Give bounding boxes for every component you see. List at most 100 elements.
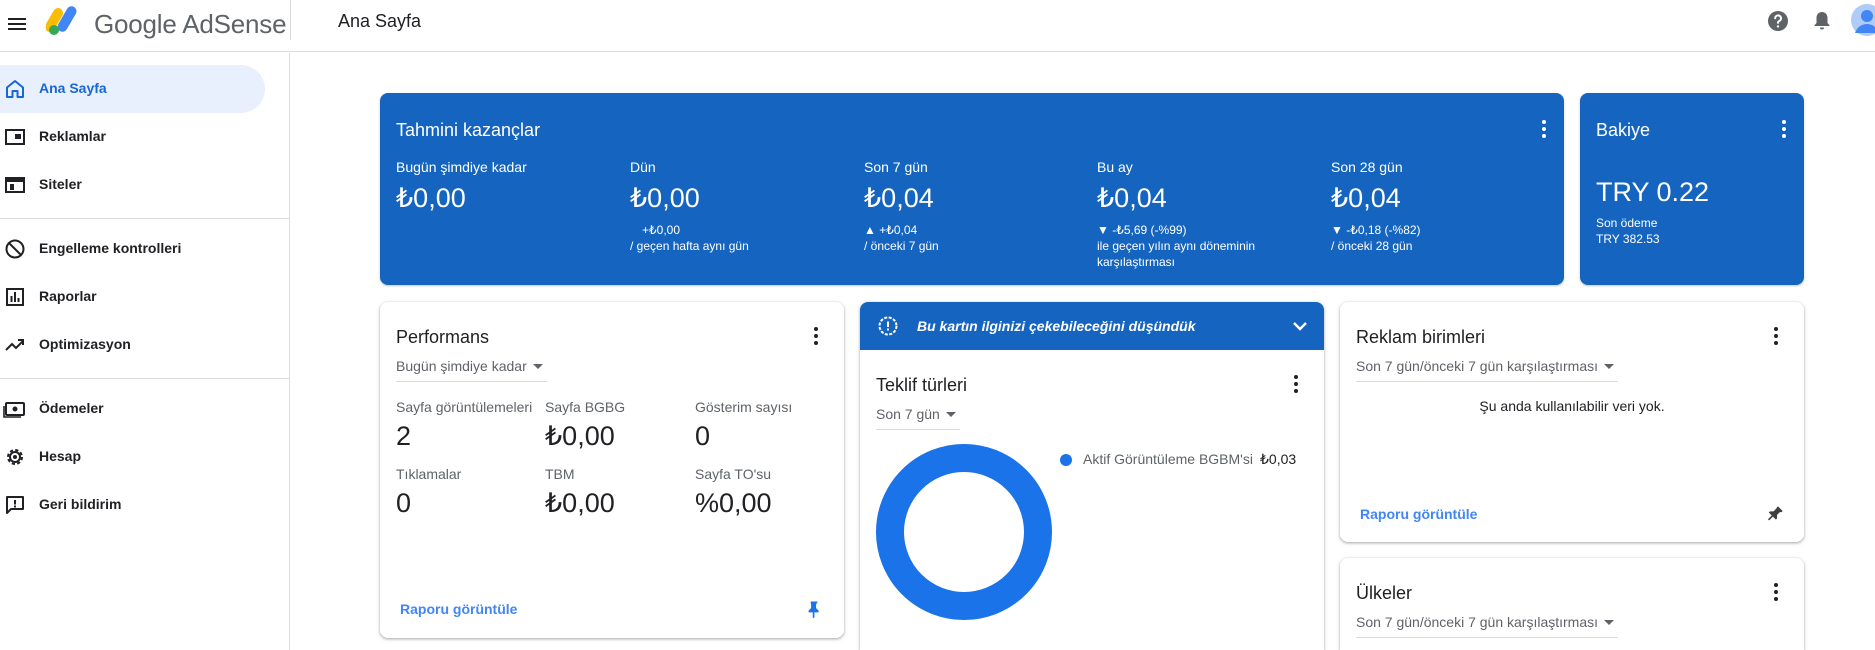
stat-label: Bugün şimdiye kadar bbox=[396, 159, 527, 175]
chart-legend: Aktif Görüntüleme BGBM'si ₺0,03 bbox=[1060, 450, 1310, 470]
period-dropdown-label: Son 7 gün/önceki 7 gün karşılaştırması bbox=[1356, 358, 1599, 374]
sidebar-item-label: Hesap bbox=[39, 448, 82, 464]
stat-label: Son 28 gün bbox=[1331, 159, 1403, 175]
gear-icon bbox=[7, 449, 23, 465]
metric-value: %0,00 bbox=[695, 488, 772, 518]
sites-icon bbox=[5, 177, 25, 193]
notifications-bell-icon[interactable] bbox=[1810, 9, 1834, 33]
brand-name[interactable]: Google AdSense bbox=[94, 9, 287, 40]
performance-card: Performans Bugün şimdiye kadar Sayfa gör… bbox=[380, 302, 844, 638]
sidebar-item-label: Reklamlar bbox=[39, 128, 106, 144]
sidebar-item-payments[interactable]: Ödemeler bbox=[0, 385, 265, 433]
stat-value: ₺0,00 bbox=[396, 183, 466, 213]
payments-icon bbox=[3, 402, 25, 418]
stat-delta: ▲ +₺0,04 bbox=[864, 223, 918, 237]
sidebar-item-account[interactable]: Hesap bbox=[0, 433, 265, 481]
legend-swatch bbox=[1060, 454, 1072, 466]
earnings-stat-last-7-days: Son 7 gün ₺0,04 ▲ +₺0,04 / önceki 7 gün bbox=[864, 159, 1094, 254]
stat-delta: ▼ -₺0,18 (-%82) bbox=[1331, 223, 1421, 237]
legend-label: Aktif Görüntüleme BGBM'si bbox=[1083, 451, 1253, 467]
menu-icon[interactable] bbox=[6, 12, 30, 36]
more-options-icon[interactable] bbox=[1284, 372, 1308, 396]
legend-value: ₺0,03 bbox=[1260, 451, 1297, 467]
top-bar: Google AdSense Ana Sayfa bbox=[0, 0, 1875, 52]
home-icon bbox=[6, 80, 24, 98]
stat-delta-sub: / geçen hafta aynı gün bbox=[630, 239, 749, 253]
metric-page-rpm: Sayfa BGBG ₺0,00 bbox=[545, 399, 690, 452]
metric-label: Tıklamalar bbox=[396, 466, 462, 482]
metric-page-views: Sayfa görüntülemeleri 2 bbox=[396, 399, 541, 452]
period-dropdown-label: Son 7 gün bbox=[876, 406, 940, 422]
empty-state-text: Şu anda kullanılabilir veri yok. bbox=[1479, 398, 1665, 414]
brand-google: Google bbox=[94, 9, 177, 39]
more-options-icon[interactable] bbox=[1764, 324, 1788, 348]
sidebar-item-home[interactable]: Ana Sayfa bbox=[0, 65, 265, 113]
estimated-earnings-card: Tahmini kazançlar Bugün şimdiye kadar ₺0… bbox=[380, 93, 1564, 285]
suggestion-banner[interactable]: Bu kartın ilginizi çekebileceğini düşünd… bbox=[860, 302, 1324, 350]
sidebar-item-reports[interactable]: Raporlar bbox=[0, 273, 265, 321]
metric-label: Sayfa TO'su bbox=[695, 466, 772, 482]
help-icon[interactable] bbox=[1766, 9, 1790, 33]
stat-value: ₺0,04 bbox=[1097, 183, 1167, 213]
bid-types-donut-chart bbox=[876, 444, 1052, 620]
sidebar-item-optimization[interactable]: Optimizasyon bbox=[0, 321, 265, 369]
pin-icon[interactable] bbox=[804, 599, 824, 619]
sidebar-item-feedback[interactable]: Geri bildirim bbox=[0, 481, 265, 529]
more-options-icon[interactable] bbox=[804, 324, 828, 348]
avatar[interactable] bbox=[1851, 4, 1875, 36]
card-title: Reklam birimleri bbox=[1356, 327, 1486, 347]
card-title: Performans bbox=[396, 327, 490, 347]
stat-label: Dün bbox=[630, 159, 656, 175]
period-dropdown[interactable]: Bugün şimdiye kadar bbox=[396, 354, 547, 382]
period-dropdown[interactable]: Son 7 gün bbox=[876, 402, 960, 430]
stat-label: Son 7 gün bbox=[864, 159, 928, 175]
stat-delta-sub: / önceki 7 gün bbox=[864, 239, 939, 253]
sidebar-item-label: Ödemeler bbox=[39, 400, 104, 416]
period-dropdown-label: Son 7 gün/önceki 7 gün karşılaştırması bbox=[1356, 614, 1599, 630]
stat-delta-sub: / önceki 28 gün bbox=[1331, 239, 1413, 253]
top-divider bbox=[290, 0, 291, 40]
donut-slice[interactable] bbox=[876, 444, 1052, 620]
feedback-icon bbox=[6, 496, 24, 514]
metric-label: Gösterim sayısı bbox=[695, 399, 793, 415]
stat-value: ₺0,04 bbox=[1331, 183, 1401, 213]
metric-clicks: Tıklamalar 0 bbox=[396, 466, 541, 519]
stat-value: ₺0,04 bbox=[864, 183, 934, 213]
countries-card: Ülkeler Son 7 gün/önceki 7 gün karşılaşt… bbox=[1340, 558, 1804, 650]
chevron-down-icon bbox=[1604, 364, 1615, 369]
more-options-icon[interactable] bbox=[1764, 580, 1788, 604]
view-report-link[interactable]: Raporu görüntüle bbox=[400, 601, 517, 617]
stat-delta: +₺0,00 bbox=[642, 223, 680, 237]
last-payment-value: TRY 382.53 bbox=[1596, 232, 1660, 246]
stat-label: Bu ay bbox=[1097, 159, 1133, 175]
sidebar-item-blocking-controls[interactable]: Engelleme kontrolleri bbox=[0, 225, 265, 273]
period-dropdown[interactable]: Son 7 gün/önceki 7 gün karşılaştırması bbox=[1356, 610, 1619, 638]
nav-divider bbox=[0, 378, 289, 379]
metric-label: TBM bbox=[545, 466, 575, 482]
badge-alert-icon bbox=[878, 316, 898, 336]
view-report-link[interactable]: Raporu görüntüle bbox=[1360, 506, 1477, 522]
more-options-icon[interactable] bbox=[1772, 117, 1796, 141]
stat-value: ₺0,00 bbox=[630, 183, 700, 213]
card-title: Ülkeler bbox=[1356, 583, 1413, 603]
earnings-stat-this-month: Bu ay ₺0,04 ▼ -₺5,69 (-%99) ile geçen yı… bbox=[1097, 159, 1327, 270]
sidebar-item-ads[interactable]: Reklamlar bbox=[0, 113, 265, 161]
sidebar: Ana Sayfa Reklamlar Siteler Engelleme ko… bbox=[0, 53, 290, 650]
metric-label: Sayfa BGBG bbox=[545, 399, 626, 415]
balance-value: TRY 0.22 bbox=[1596, 177, 1710, 207]
sidebar-item-label: Ana Sayfa bbox=[39, 80, 107, 96]
earnings-stat-yesterday: Dün ₺0,00 +₺0,00 / geçen hafta aynı gün bbox=[630, 159, 860, 254]
stat-delta: ▼ -₺5,69 (-%99) bbox=[1097, 223, 1187, 237]
metric-value: ₺0,00 bbox=[545, 488, 615, 518]
stat-delta-sub: karşılaştırması bbox=[1097, 255, 1176, 269]
more-options-icon[interactable] bbox=[1532, 117, 1556, 141]
metric-cpc: TBM ₺0,00 bbox=[545, 466, 690, 519]
chevron-down-icon[interactable] bbox=[1288, 314, 1312, 338]
sidebar-item-sites[interactable]: Siteler bbox=[0, 161, 265, 209]
pin-icon[interactable] bbox=[1765, 504, 1785, 524]
adsense-logo-icon[interactable] bbox=[46, 3, 86, 37]
period-dropdown[interactable]: Son 7 gün/önceki 7 gün karşılaştırması bbox=[1356, 354, 1619, 382]
metric-label: Sayfa görüntülemeleri bbox=[396, 399, 533, 415]
suggestion-banner-text: Bu kartın ilginizi çekebileceğini düşünd… bbox=[917, 318, 1196, 334]
metric-page-ctr: Sayfa TO'su %0,00 bbox=[695, 466, 840, 519]
